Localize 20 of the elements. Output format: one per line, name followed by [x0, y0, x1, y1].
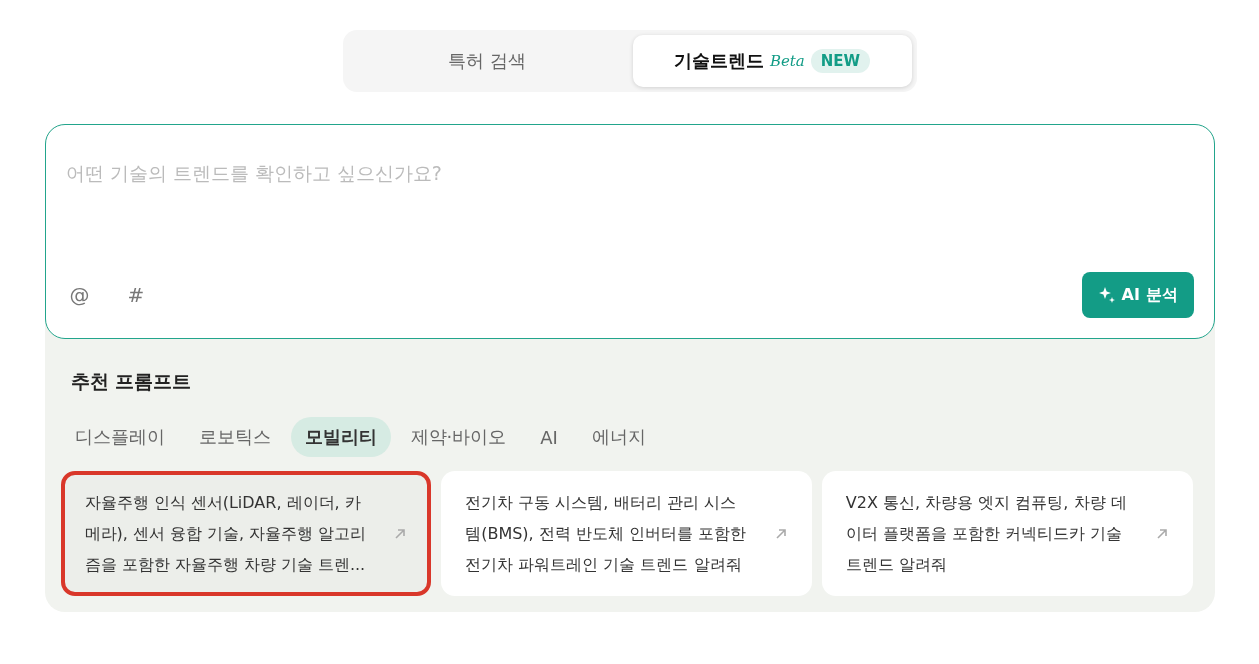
sparkle-icon	[1097, 286, 1116, 304]
section-title: 추천 프롬프트	[69, 369, 193, 394]
category-tab[interactable]: 로보틱스	[184, 417, 285, 457]
ai-analyze-button[interactable]: AI 분석	[1081, 272, 1194, 318]
category-tab[interactable]: 모빌리티	[290, 417, 391, 457]
prompt-card[interactable]: 자율주행 인식 센서(LiDAR, 레이더, 카 메라), 센서 융합 기술, 자율주행 알고리 즘을 포함한 자율주행 차량 기술 트렌...	[60, 471, 432, 596]
category-tab[interactable]: AI	[526, 417, 572, 457]
category-tab[interactable]: 제약·바이오	[396, 417, 521, 457]
category-tab[interactable]: 디스플레이	[60, 417, 179, 457]
hashtag-button[interactable]: #	[123, 283, 149, 307]
category-tab[interactable]: 에너지	[577, 417, 660, 457]
prompt-card[interactable]: V2X 통신, 차량용 엣지 컴퓨팅, 차량 데 이터 플랫폼을 포함한 커넥티드카 기술 트렌드 알려줘	[821, 471, 1193, 596]
new-badge: NEW	[810, 49, 871, 73]
prompt-box[interactable]: 어떤 기술의 트렌드를 확인하고 싶으신가요? @ # AI 분석	[44, 124, 1215, 339]
beta-label: Beta	[769, 52, 805, 70]
arrow-icon	[393, 526, 408, 541]
mention-button[interactable]: @	[65, 283, 94, 307]
mode-tab[interactable]: 특허 검색	[347, 35, 627, 87]
mode-tab[interactable]: 기술트렌드 Beta NEW	[632, 35, 912, 87]
prompt-card[interactable]: 전기차 구동 시스템, 배터리 관리 시스 템(BMS), 전력 반도체 인버터를 포함한 전기차 파워트레인 기술 트렌드 알려줘	[441, 471, 812, 596]
